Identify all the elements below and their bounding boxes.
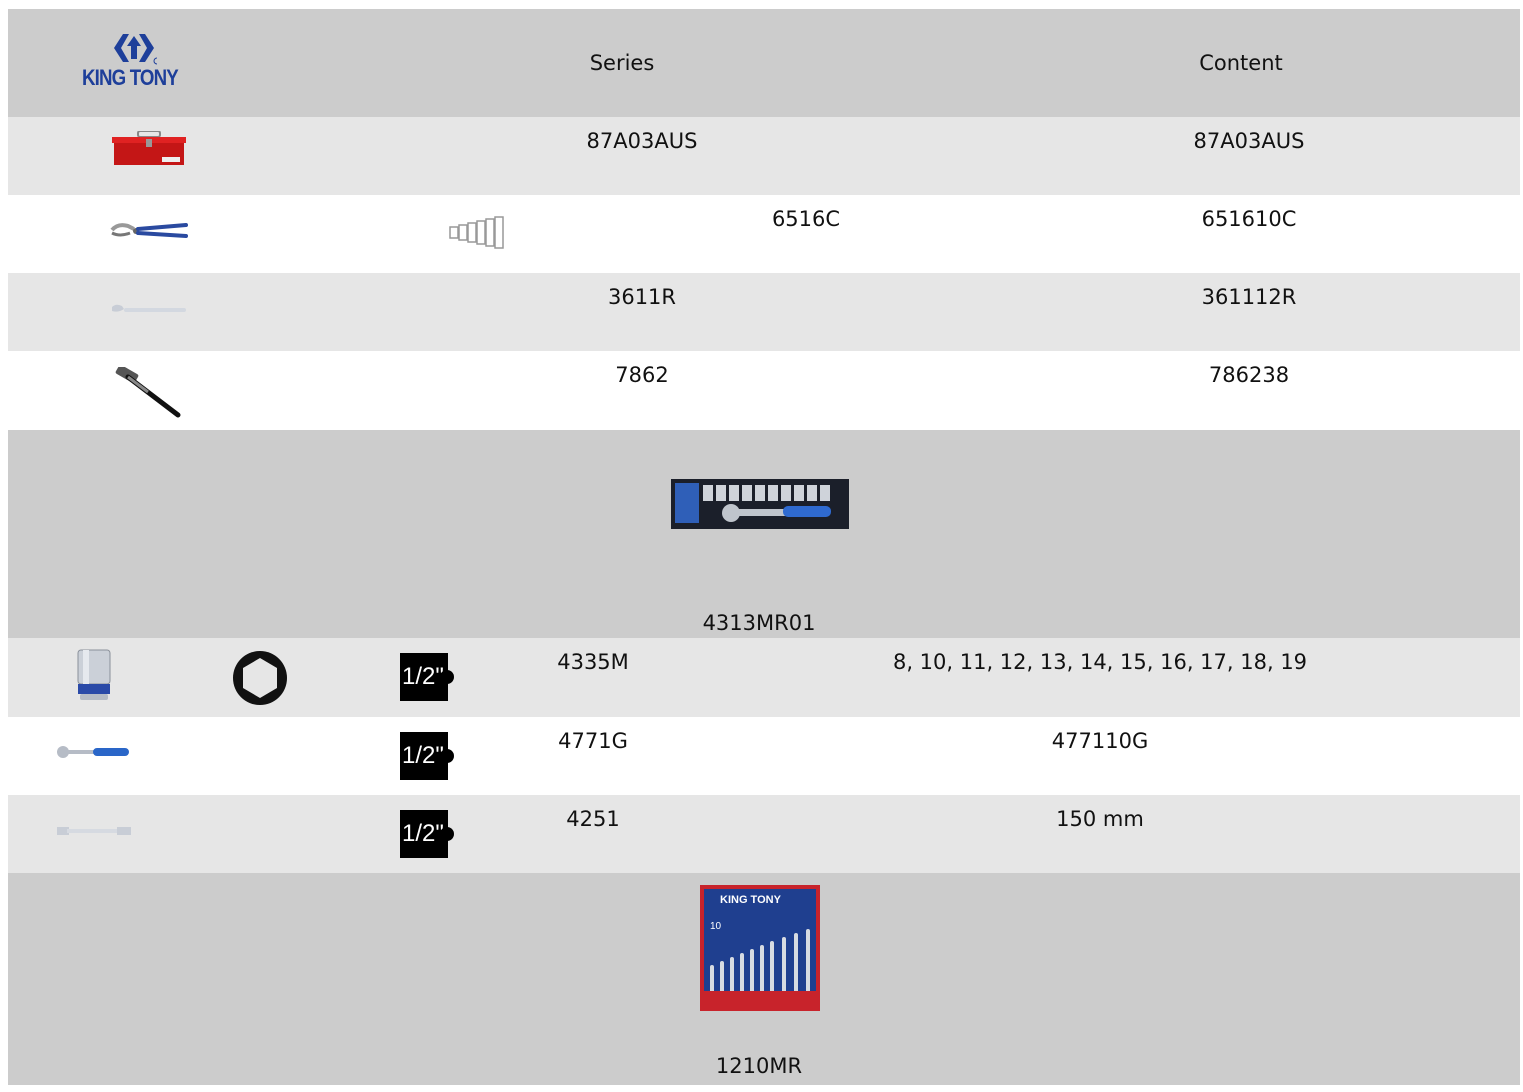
wrench-set-pouch-icon: KING TONY 10 [700, 885, 820, 1011]
product-table: KING TONY Series Content 87A03AUS 87A03A… [8, 9, 1520, 1085]
table-row: 1/2" 4335M 8, 10, 11, 12, 13, 14, 15, 16… [8, 638, 1520, 717]
content-value: 651610C [1201, 207, 1297, 231]
wrench-set-section: KING TONY 10 1210MR [8, 873, 1520, 1085]
socket-set-title: 4313MR01 [702, 611, 816, 635]
column-header-content: Content [1199, 51, 1283, 75]
table-row: 87A03AUS 87A03AUS [8, 117, 1520, 195]
content-value: 8, 10, 11, 12, 13, 14, 15, 16, 17, 18, 1… [892, 650, 1308, 674]
pouch-count: 10 [710, 921, 722, 932]
adjustable-wrench-icon [112, 304, 186, 312]
socket-set-tray-icon [671, 479, 849, 529]
king-tony-logo-icon [114, 34, 157, 65]
series-value: 4251 [566, 807, 620, 831]
table-row: 1/2" 4251 150 mm [8, 795, 1520, 873]
series-value: 4335M [557, 650, 629, 674]
hammer-icon [115, 367, 181, 418]
wrench-set-title: 1210MR [715, 1054, 803, 1078]
series-value: 87A03AUS [586, 129, 698, 153]
pouch-brand: KING TONY [720, 894, 782, 906]
column-header-series: Series [589, 51, 655, 75]
logo-text: KING TONY [82, 65, 179, 90]
socket-set-section: 4313MR01 [8, 430, 1520, 638]
extension-bar-icon [57, 827, 131, 835]
size-steps-icon [449, 216, 504, 249]
series-value: 3611R [607, 285, 677, 309]
content-value: 361112R [1201, 285, 1297, 309]
content-value: 786238 [1208, 363, 1290, 387]
table-row: 1/2" 4771G 477110G [8, 717, 1520, 795]
drive-size-badge: 1/2" [400, 810, 454, 858]
drive-size-badge: 1/2" [400, 732, 454, 780]
hex-6pt-icon [233, 651, 287, 705]
drive-size-badge: 1/2" [400, 653, 454, 701]
series-value: 4771G [558, 729, 628, 753]
table-row: 7862 786238 [8, 351, 1520, 430]
table-header: KING TONY Series Content [8, 9, 1520, 117]
table-row: 3611R 361112R [8, 273, 1520, 351]
content-value: 477110G [1051, 729, 1149, 753]
series-value: 6516C [771, 207, 841, 231]
series-value: 7862 [615, 363, 669, 387]
socket-icon [77, 649, 111, 700]
ratchet-icon [57, 746, 129, 758]
pliers-icon [110, 223, 188, 238]
table-row: 6516C 651610C [8, 195, 1520, 273]
content-value: 150 mm [1056, 807, 1144, 831]
toolbox-icon [112, 131, 186, 165]
content-value: 87A03AUS [1193, 129, 1305, 153]
